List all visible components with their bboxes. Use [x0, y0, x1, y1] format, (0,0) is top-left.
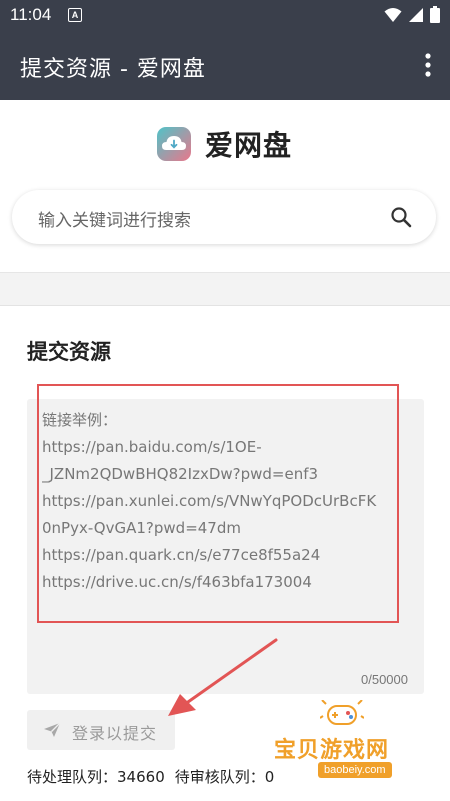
watermark-url: baobeiy.com: [318, 762, 392, 778]
annotation-arrow: [160, 638, 280, 720]
login-to-submit-button[interactable]: 登录以提交: [27, 710, 175, 750]
search-box[interactable]: 输入关键词进行搜索: [12, 190, 436, 244]
submit-button-label: 登录以提交: [72, 724, 158, 743]
review-queue-label: 待审核队列：: [174, 768, 265, 786]
wifi-icon: [384, 7, 402, 22]
gamepad-icon: [320, 700, 364, 725]
app-title: 提交资源 - 爱网盘: [20, 57, 206, 82]
queue-status: 待处理队列：34660 待审核队列：0: [27, 766, 274, 787]
status-time: 11:04: [10, 5, 52, 24]
search-icon[interactable]: [390, 206, 412, 228]
status-icons: [384, 6, 440, 23]
character-counter: 0/50000: [361, 672, 408, 687]
watermark-text: 宝贝游戏网: [274, 738, 390, 763]
status-bar: 11:04 A: [0, 0, 450, 30]
arrow-icon: [168, 638, 278, 716]
more-vert-icon: [425, 53, 431, 77]
app-bar: 提交资源 - 爱网盘: [0, 30, 450, 100]
section-title: 提交资源: [27, 340, 111, 364]
pending-queue-value: 34660: [117, 768, 165, 786]
search-header: 爱网盘 输入关键词进行搜索: [0, 100, 450, 273]
search-input[interactable]: 输入关键词进行搜索: [38, 206, 191, 231]
annotation-highlight-box: [37, 384, 399, 623]
watermark: 宝贝游戏网 baobeiy.com: [274, 700, 424, 782]
signal-icon: [409, 7, 423, 22]
cloud-download-icon: [157, 127, 191, 161]
logo: [157, 127, 191, 161]
battery-icon: [430, 6, 440, 23]
send-icon: [44, 722, 61, 737]
review-queue-value: 0: [264, 768, 275, 786]
pending-queue-label: 待处理队列：: [27, 768, 118, 786]
notification-badge-icon: A: [68, 8, 82, 22]
brand-name: 爱网盘: [205, 129, 293, 162]
more-menu-button[interactable]: [420, 52, 436, 78]
